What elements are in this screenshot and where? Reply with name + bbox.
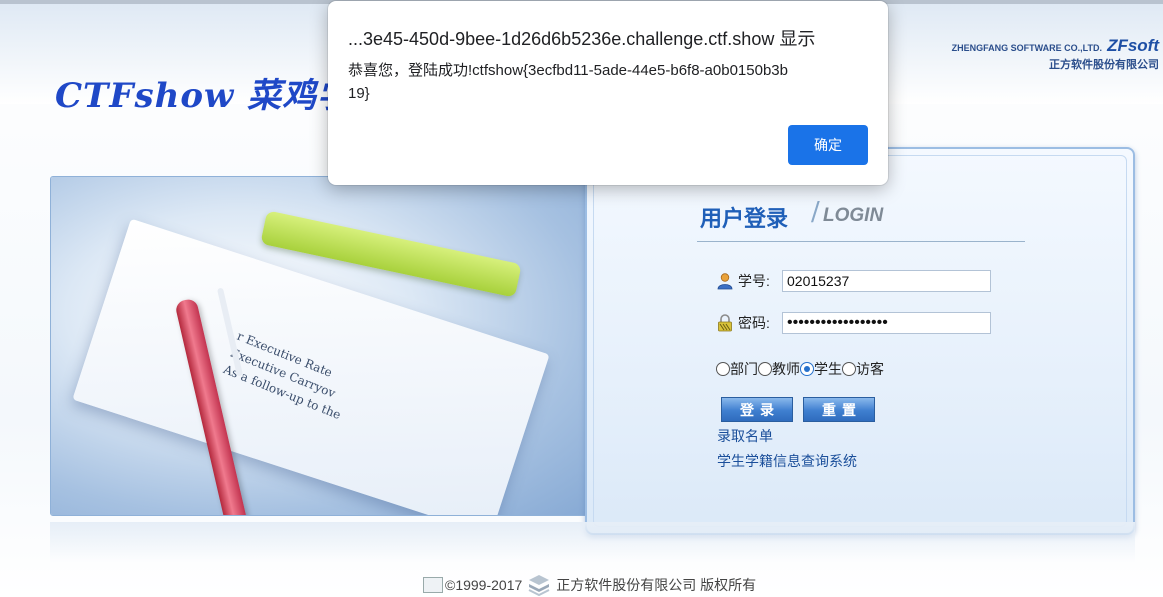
- password-row: 密码:: [715, 311, 991, 335]
- dialog-ok-button[interactable]: 确定: [788, 125, 868, 165]
- banner-reflection: [50, 522, 1135, 562]
- title-divider: [697, 241, 1025, 242]
- footer-copyright: ©1999-2017: [445, 577, 523, 593]
- role-radio-student[interactable]: [800, 362, 814, 376]
- role-label-visitor: 访客: [856, 361, 884, 377]
- role-label-department: 部门: [730, 361, 758, 377]
- login-title-separator: /: [811, 197, 820, 227]
- brand-chinese-name: 正方软件股份有限公司: [1049, 59, 1159, 71]
- banner-photo: r Executive Rate Executive Carryov As a …: [51, 177, 591, 515]
- role-label-teacher: 教师: [772, 361, 800, 377]
- admission-list-link[interactable]: 录取名单: [717, 426, 773, 446]
- footer: ©1999-2017 正方软件股份有限公司 版权所有: [423, 574, 757, 597]
- alert-dialog: ...3e45-450d-9bee-1d26d6b5236e.challenge…: [328, 1, 888, 185]
- lock-icon: [715, 313, 735, 333]
- role-radio-department[interactable]: [716, 362, 730, 376]
- login-subtitle: LOGIN: [823, 205, 884, 226]
- login-button[interactable]: 登录: [721, 397, 793, 422]
- company-brand: ZHENGFANG SOFTWARE CO.,LTD. ZFsoft 正方软件股…: [952, 36, 1159, 72]
- password-input[interactable]: [782, 312, 991, 334]
- role-selector: 部门 教师 学生 访客: [716, 359, 884, 379]
- brand-english-name: ZHENGFANG SOFTWARE CO.,LTD.: [951, 43, 1102, 53]
- role-radio-teacher[interactable]: [758, 362, 772, 376]
- company-logo-icon: [528, 574, 550, 597]
- site-logo: CTFshow 菜鸡学: [55, 76, 353, 116]
- brand-logo: ZFsoft: [1107, 36, 1159, 55]
- login-title: 用户登录: [700, 206, 789, 231]
- user-icon: [715, 271, 735, 291]
- broken-image-icon: [423, 577, 443, 593]
- student-status-query-link[interactable]: 学生学籍信息查询系统: [717, 451, 857, 471]
- dialog-message: 恭喜您，登陆成功!ctfshow{3ecfbd11-5ade-44e5-b6f8…: [348, 62, 788, 102]
- dialog-title: ...3e45-450d-9bee-1d26d6b5236e.challenge…: [348, 29, 816, 49]
- role-label-student: 学生: [814, 361, 842, 377]
- username-row: 学号:: [715, 269, 991, 293]
- brand-top-line: ZHENGFANG SOFTWARE CO.,LTD. ZFsoft: [952, 36, 1159, 56]
- password-label: 密码:: [738, 315, 770, 331]
- reset-button[interactable]: 重置: [803, 397, 875, 422]
- footer-company: 正方软件股份有限公司 版权所有: [556, 577, 757, 593]
- username-input[interactable]: [782, 270, 991, 292]
- role-radio-visitor[interactable]: [842, 362, 856, 376]
- login-panel: 用户登录 / LOGIN 学号: 密码: 部门 教师 学生: [585, 147, 1135, 535]
- username-label: 学号:: [738, 273, 770, 289]
